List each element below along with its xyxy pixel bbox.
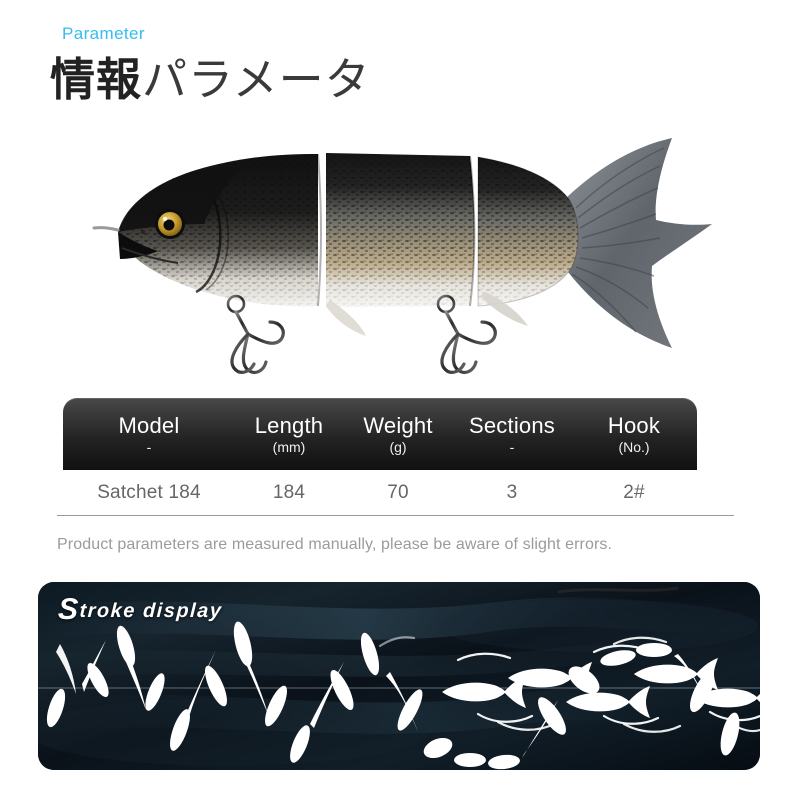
page-title-kanji: 情報: [50, 54, 143, 105]
lure-hero-image: [0, 120, 800, 380]
lure-segment-2: [326, 153, 476, 307]
treble-hook-rear: [436, 294, 497, 375]
page-title: 情報パラメータ: [50, 52, 371, 108]
treble-hook-front: [226, 294, 285, 375]
column-header-model: Model -: [63, 398, 235, 470]
table-divider: [57, 515, 734, 516]
column-unit: (No.): [618, 438, 650, 455]
column-header-sections: Sections -: [453, 398, 571, 470]
product-parameter-page: Parameter 情報パラメータ Model - Length (mm) We…: [0, 0, 800, 800]
column-header-length: Length (mm): [235, 398, 343, 470]
lure-tail-fin: [566, 138, 712, 348]
section-eyebrow: Parameter: [62, 24, 145, 43]
lure-eye: [155, 209, 185, 239]
column-header-hook: Hook (No.): [571, 398, 697, 470]
column-unit: (g): [389, 438, 407, 455]
stroke-label-initial: S: [57, 593, 81, 626]
lure-segment-1: [92, 153, 322, 307]
column-unit: -: [509, 438, 515, 455]
stroke-label-rest: troke display: [78, 600, 224, 622]
spec-table-header-row: Model - Length (mm) Weight (g) Sections …: [63, 398, 697, 470]
column-unit: (mm): [272, 438, 306, 455]
column-unit: -: [146, 438, 152, 455]
page-title-kana: パラメータ: [142, 54, 371, 105]
measurement-note: Product parameters are measured manually…: [57, 536, 613, 553]
column-title: Weight: [363, 412, 433, 438]
cell-hook: 2#: [623, 482, 645, 503]
cell-weight: 70: [387, 482, 409, 503]
column-title: Length: [254, 412, 324, 438]
spec-table: Model - Length (mm) Weight (g) Sections …: [63, 398, 697, 516]
stroke-display-panel: Stroke display: [38, 582, 760, 770]
stroke-display-label: Stroke display: [57, 593, 224, 626]
cell-sections: 3: [506, 482, 518, 503]
column-title: Model: [118, 412, 180, 438]
cell-model: Satchet 184: [97, 482, 201, 503]
column-header-weight: Weight (g): [343, 398, 453, 470]
table-row: Satchet 184 184 70 3 2#: [63, 470, 697, 516]
cell-length: 184: [272, 482, 306, 503]
column-title: Hook: [607, 412, 661, 438]
column-title: Sections: [469, 412, 555, 438]
